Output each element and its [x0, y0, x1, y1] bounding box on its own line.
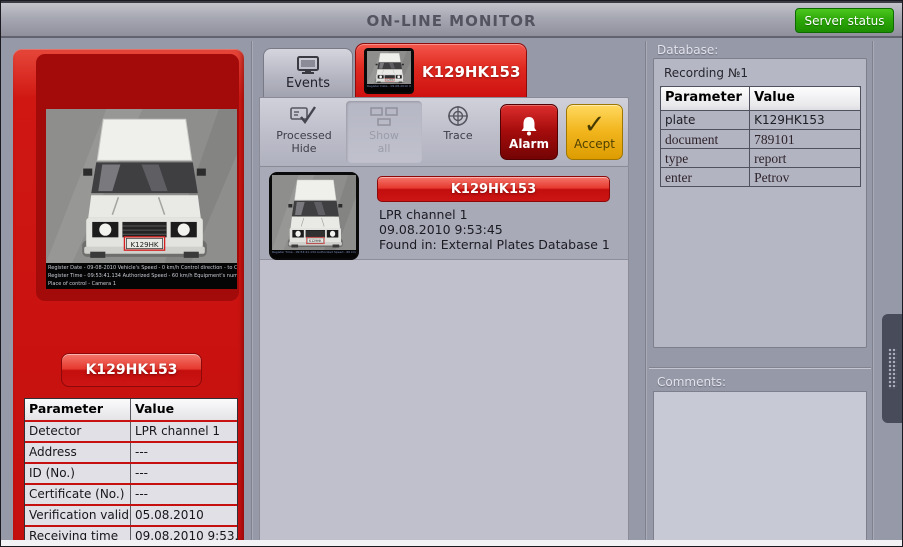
table-row: Verification valid... 05.08.2010	[25, 506, 237, 525]
left-center-divider	[251, 41, 253, 540]
recognized-plate-button[interactable]: K129HK153	[61, 353, 202, 387]
event-channel: LPR channel 1	[379, 207, 610, 222]
database-record-box: Recording №1 Parameter Value plate K129H…	[653, 58, 867, 348]
panel-splitter-handle[interactable]	[882, 314, 903, 423]
accept-button[interactable]: ✓ Accept	[566, 104, 623, 160]
table-row: Certificate (No.) ---	[25, 485, 237, 504]
table-row: ID (No.) ---	[25, 464, 237, 483]
column-header: Parameter	[661, 87, 750, 110]
event-photo-thumbnail[interactable]: K129HK Register Time - 09:53:41.134 Auth…	[269, 172, 359, 260]
table-row: Detector LPR channel 1	[25, 422, 237, 441]
event-plate-button[interactable]: K129HK153	[377, 176, 610, 202]
column-header: Parameter	[25, 399, 131, 420]
table-row: document 789101	[661, 129, 860, 148]
events-list: K129HK Register Time - 09:53:41.134 Auth…	[259, 167, 629, 543]
table-row: Address ---	[25, 443, 237, 462]
capture-details-table: Parameter Value Detector LPR channel 1 A…	[24, 398, 238, 547]
table-row: plate K129HK153	[661, 110, 860, 129]
comments-section-label: Comments:	[657, 375, 726, 389]
overlay-line: Register Time - 09:53:41.134 Authorized …	[48, 272, 235, 280]
tab-plate-label: K129HK153	[422, 63, 520, 81]
event-found-in: Found in: External Plates Database 1	[379, 237, 610, 252]
page-title: ON-LINE MONITOR	[1, 12, 902, 30]
alarm-button[interactable]: Alarm	[500, 104, 558, 160]
table-row: type report	[661, 148, 860, 167]
show-all-icon	[369, 105, 399, 127]
svg-text:K129HK: K129HK	[131, 240, 159, 249]
table-header-row: Parameter Value	[661, 87, 860, 110]
alarm-label: Alarm	[509, 137, 549, 151]
thumbnail-overlay-text: Register Time - 09:53:41.134 Authorized …	[272, 250, 356, 258]
database-record-table: Parameter Value plate K129HK153 document…	[660, 86, 861, 187]
show-all-label-1: Show	[369, 129, 399, 142]
trace-crosshair-icon	[443, 105, 473, 127]
trace-label: Trace	[443, 129, 472, 142]
event-timestamp: 09.08.2010 9:53:45	[379, 222, 610, 237]
show-all-label-2: all	[378, 142, 391, 155]
recording-title: Recording №1	[664, 66, 748, 80]
splitter-grip-dots	[888, 348, 897, 389]
window-bottom-edge	[1, 540, 902, 546]
table-row: enter Petrov	[661, 167, 860, 186]
overlay-line: Register Date - 09-08-2010 Vehicle's Spe…	[48, 264, 235, 272]
server-status-button[interactable]: Server status	[795, 8, 894, 33]
tab-event-thumbnail: K129HK Register Date - 09-08-2010 Vehicl…	[364, 48, 414, 94]
tab-events[interactable]: Events	[263, 48, 353, 97]
monitor-icon	[297, 56, 319, 74]
column-header: Value	[750, 87, 860, 110]
table-header-row: Parameter Value	[25, 399, 237, 420]
database-section-label: Database:	[657, 43, 718, 57]
capture-photo-frame: K129HK Register Date - 09-08-2010 Vehicl…	[36, 54, 239, 301]
svg-text:K129HK: K129HK	[309, 239, 322, 243]
trace-button[interactable]: Trace	[426, 101, 490, 163]
processed-hide-label-1: Processed	[276, 129, 331, 142]
online-monitor-window: ON-LINE MONITOR Server status K129HK Reg…	[0, 0, 903, 547]
column-header: Value	[131, 399, 237, 420]
right-panel-divider	[649, 367, 871, 369]
processed-hide-button[interactable]: Processed Hide	[266, 101, 342, 163]
thumbnail-overlay-text: Register Date - 09-08-2010 Vehicle's Spe…	[367, 84, 411, 92]
tab-current-event[interactable]: K129HK Register Date - 09-08-2010 Vehicl…	[355, 43, 527, 97]
alarm-bell-icon	[520, 116, 538, 136]
accept-check-icon: ✓	[567, 113, 622, 137]
title-bar: ON-LINE MONITOR Server status	[1, 1, 902, 38]
event-row[interactable]: K129HK Register Time - 09:53:41.134 Auth…	[260, 167, 628, 260]
comments-input[interactable]	[653, 391, 867, 542]
event-toolbar: Processed Hide Show all Trace Alarm ✓ Ac…	[259, 97, 629, 167]
photo-metadata-overlay: Register Date - 09-08-2010 Vehicle's Spe…	[46, 263, 237, 289]
center-right-divider	[645, 41, 647, 540]
processed-hide-label-2: Hide	[291, 142, 316, 155]
show-all-button[interactable]: Show all	[346, 101, 422, 163]
overlay-line: Place of control - Camera 1	[48, 280, 235, 288]
vehicle-capture-panel: K129HK Register Date - 09-08-2010 Vehicl…	[13, 49, 244, 547]
accept-label: Accept	[574, 137, 615, 151]
event-details: LPR channel 1 09.08.2010 9:53:45 Found i…	[379, 207, 610, 252]
vehicle-photo: K129HK	[46, 109, 237, 263]
tab-events-label: Events	[286, 76, 330, 91]
right-edge-divider	[872, 41, 874, 540]
processed-check-icon	[289, 105, 319, 127]
